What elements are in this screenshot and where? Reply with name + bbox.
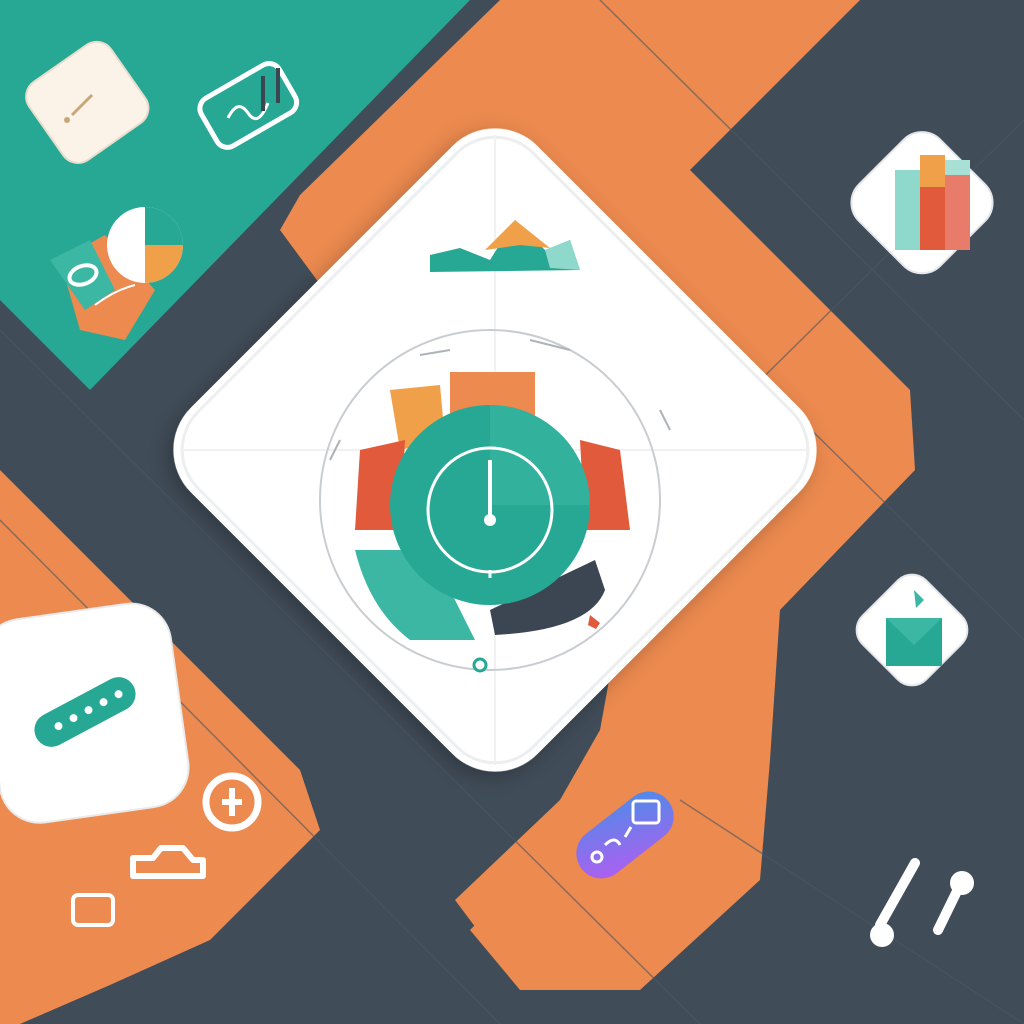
window-icon [70, 892, 116, 928]
bar-chart-tile[interactable] [830, 105, 1015, 315]
pie-chart-icon[interactable] [45, 200, 190, 350]
ticket-icon[interactable] [188, 48, 308, 163]
card-icon[interactable] [22, 40, 152, 165]
envelope-tile[interactable] [842, 560, 982, 700]
car-icon [128, 838, 208, 888]
gauge-clock-icon[interactable] [300, 310, 680, 690]
mountain-icon [430, 220, 590, 280]
gradient-pill-icon[interactable] [565, 775, 685, 895]
badge-icon [200, 770, 264, 834]
tools-icon [860, 855, 980, 955]
progress-tile[interactable] [0, 590, 190, 830]
